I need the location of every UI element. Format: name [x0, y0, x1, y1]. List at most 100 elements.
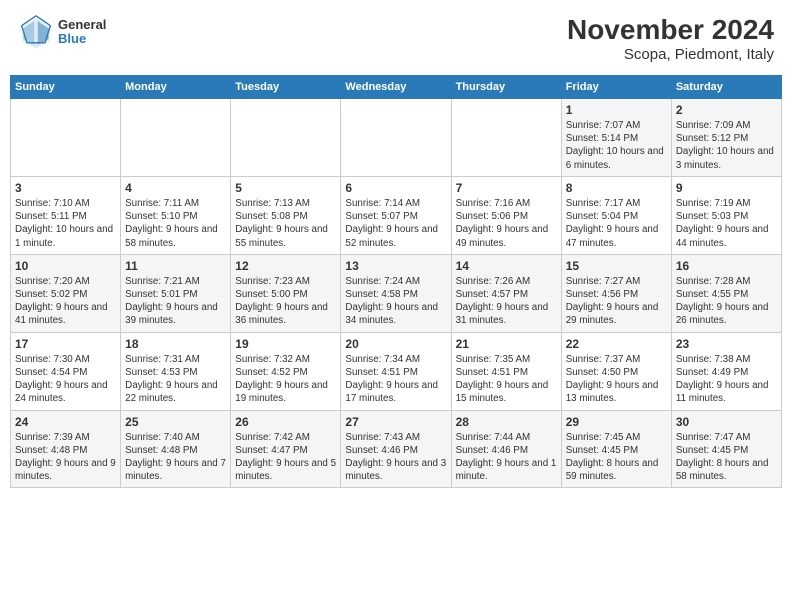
logo-blue: Blue [58, 32, 106, 46]
calendar-cell: 6 Sunrise: 7:14 AM Sunset: 5:07 PM Daylig… [341, 176, 451, 254]
day-info: Sunrise: 7:13 AM Sunset: 5:08 PM Dayligh… [235, 198, 328, 249]
calendar-cell: 29 Sunrise: 7:45 AM Sunset: 4:45 PM Dayli… [561, 410, 671, 488]
calendar-body: 1 Sunrise: 7:07 AM Sunset: 5:14 PM Daylig… [11, 99, 782, 488]
day-info: Sunrise: 7:43 AM Sunset: 4:46 PM Dayligh… [345, 432, 446, 483]
calendar-cell [231, 99, 341, 177]
day-info: Sunrise: 7:32 AM Sunset: 4:52 PM Dayligh… [235, 354, 328, 405]
day-info: Sunrise: 7:10 AM Sunset: 5:11 PM Dayligh… [15, 198, 113, 249]
calendar-cell: 18 Sunrise: 7:31 AM Sunset: 4:53 PM Dayli… [121, 332, 231, 410]
day-info: Sunrise: 7:21 AM Sunset: 5:01 PM Dayligh… [125, 276, 218, 327]
calendar-cell: 21 Sunrise: 7:35 AM Sunset: 4:51 PM Dayli… [451, 332, 561, 410]
calendar-week-row: 3 Sunrise: 7:10 AM Sunset: 5:11 PM Daylig… [11, 176, 782, 254]
day-info: Sunrise: 7:42 AM Sunset: 4:47 PM Dayligh… [235, 432, 336, 483]
calendar-cell [11, 99, 121, 177]
day-number: 9 [676, 181, 777, 195]
calendar-cell: 17 Sunrise: 7:30 AM Sunset: 4:54 PM Dayli… [11, 332, 121, 410]
calendar-table: SundayMondayTuesdayWednesdayThursdayFrid… [10, 75, 782, 488]
calendar-cell: 28 Sunrise: 7:44 AM Sunset: 4:46 PM Dayli… [451, 410, 561, 488]
calendar-cell [121, 99, 231, 177]
calendar-cell: 14Sunrise: 7:26 AM Sunset: 4:57 PM Dayli… [451, 254, 561, 332]
day-info: Sunrise: 7:40 AM Sunset: 4:48 PM Dayligh… [125, 432, 226, 483]
day-number: 3 [15, 181, 116, 195]
calendar-cell: 1 Sunrise: 7:07 AM Sunset: 5:14 PM Daylig… [561, 99, 671, 177]
day-number: 1 [566, 103, 667, 117]
calendar-cell: 26 Sunrise: 7:42 AM Sunset: 4:47 PM Dayli… [231, 410, 341, 488]
day-number: 19 [235, 337, 336, 351]
day-of-week-header: Wednesday [341, 76, 451, 99]
page-subtitle: Scopa, Piedmont, Italy [567, 46, 774, 63]
day-info: Sunrise: 7:44 AM Sunset: 4:46 PM Dayligh… [456, 432, 557, 483]
day-info: Sunrise: 7:23 AM Sunset: 5:00 PM Dayligh… [235, 276, 328, 327]
calendar-cell [451, 99, 561, 177]
calendar-cell [341, 99, 451, 177]
calendar-cell: 4Sunrise: 7:11 AM Sunset: 5:10 PM Daylig… [121, 176, 231, 254]
day-number: 11 [125, 259, 226, 273]
day-number: 17 [15, 337, 116, 351]
day-info: Sunrise: 7:37 AM Sunset: 4:50 PM Dayligh… [566, 354, 659, 405]
day-number: 28 [456, 415, 557, 429]
calendar-cell: 19 Sunrise: 7:32 AM Sunset: 4:52 PM Dayli… [231, 332, 341, 410]
calendar-cell: 12 Sunrise: 7:23 AM Sunset: 5:00 PM Dayli… [231, 254, 341, 332]
day-number: 18 [125, 337, 226, 351]
logo-icon [18, 14, 54, 50]
day-info: Sunrise: 7:35 AM Sunset: 4:51 PM Dayligh… [456, 354, 549, 405]
calendar-cell: 16 Sunrise: 7:28 AM Sunset: 4:55 PM Dayli… [671, 254, 781, 332]
day-number: 13 [345, 259, 446, 273]
calendar-week-row: 1 Sunrise: 7:07 AM Sunset: 5:14 PM Daylig… [11, 99, 782, 177]
day-number: 29 [566, 415, 667, 429]
day-number: 6 [345, 181, 446, 195]
calendar-header-row: SundayMondayTuesdayWednesdayThursdayFrid… [11, 76, 782, 99]
logo: General Blue [18, 14, 106, 50]
calendar-cell: 22 Sunrise: 7:37 AM Sunset: 4:50 PM Dayli… [561, 332, 671, 410]
day-number: 21 [456, 337, 557, 351]
day-info: Sunrise: 7:16 AM Sunset: 5:06 PM Dayligh… [456, 198, 549, 249]
day-info: Sunrise: 7:24 AM Sunset: 4:58 PM Dayligh… [345, 276, 438, 327]
page-title: November 2024 [567, 14, 774, 46]
day-of-week-header: Tuesday [231, 76, 341, 99]
day-info: Sunrise: 7:19 AM Sunset: 5:03 PM Dayligh… [676, 198, 769, 249]
calendar-cell: 13 Sunrise: 7:24 AM Sunset: 4:58 PM Dayli… [341, 254, 451, 332]
day-number: 26 [235, 415, 336, 429]
day-info: Sunrise: 7:34 AM Sunset: 4:51 PM Dayligh… [345, 354, 438, 405]
day-info: Sunrise: 7:47 AM Sunset: 4:45 PM Dayligh… [676, 432, 769, 483]
day-info: Sunrise: 7:14 AM Sunset: 5:07 PM Dayligh… [345, 198, 438, 249]
calendar-cell: 11 Sunrise: 7:21 AM Sunset: 5:01 PM Dayli… [121, 254, 231, 332]
calendar-cell: 2 Sunrise: 7:09 AM Sunset: 5:12 PM Daylig… [671, 99, 781, 177]
day-number: 5 [235, 181, 336, 195]
day-info: Sunrise: 7:26 AM Sunset: 4:57 PM Dayligh… [456, 276, 549, 327]
day-info: Sunrise: 7:07 AM Sunset: 5:14 PM Dayligh… [566, 120, 664, 171]
day-info: Sunrise: 7:30 AM Sunset: 4:54 PM Dayligh… [15, 354, 108, 405]
calendar-cell: 30 Sunrise: 7:47 AM Sunset: 4:45 PM Dayli… [671, 410, 781, 488]
calendar-cell: 25 Sunrise: 7:40 AM Sunset: 4:48 PM Dayli… [121, 410, 231, 488]
calendar-cell: 5 Sunrise: 7:13 AM Sunset: 5:08 PM Daylig… [231, 176, 341, 254]
day-info: Sunrise: 7:09 AM Sunset: 5:12 PM Dayligh… [676, 120, 774, 171]
calendar-cell: 10Sunrise: 7:20 AM Sunset: 5:02 PM Dayli… [11, 254, 121, 332]
day-info: Sunrise: 7:28 AM Sunset: 4:55 PM Dayligh… [676, 276, 769, 327]
title-block: November 2024 Scopa, Piedmont, Italy [567, 14, 774, 63]
day-number: 25 [125, 415, 226, 429]
day-number: 12 [235, 259, 336, 273]
day-number: 30 [676, 415, 777, 429]
day-of-week-header: Saturday [671, 76, 781, 99]
calendar-cell: 24Sunrise: 7:39 AM Sunset: 4:48 PM Dayli… [11, 410, 121, 488]
day-number: 2 [676, 103, 777, 117]
day-info: Sunrise: 7:38 AM Sunset: 4:49 PM Dayligh… [676, 354, 769, 405]
calendar-cell: 8Sunrise: 7:17 AM Sunset: 5:04 PM Daylig… [561, 176, 671, 254]
day-number: 20 [345, 337, 446, 351]
calendar-cell: 7Sunrise: 7:16 AM Sunset: 5:06 PM Daylig… [451, 176, 561, 254]
day-info: Sunrise: 7:45 AM Sunset: 4:45 PM Dayligh… [566, 432, 659, 483]
day-info: Sunrise: 7:20 AM Sunset: 5:02 PM Dayligh… [15, 276, 108, 327]
day-info: Sunrise: 7:11 AM Sunset: 5:10 PM Dayligh… [125, 198, 218, 249]
calendar-cell: 20 Sunrise: 7:34 AM Sunset: 4:51 PM Dayli… [341, 332, 451, 410]
day-number: 24 [15, 415, 116, 429]
day-number: 15 [566, 259, 667, 273]
calendar-cell: 23Sunrise: 7:38 AM Sunset: 4:49 PM Dayli… [671, 332, 781, 410]
day-info: Sunrise: 7:31 AM Sunset: 4:53 PM Dayligh… [125, 354, 218, 405]
day-info: Sunrise: 7:27 AM Sunset: 4:56 PM Dayligh… [566, 276, 659, 327]
day-of-week-header: Friday [561, 76, 671, 99]
calendar-cell: 9 Sunrise: 7:19 AM Sunset: 5:03 PM Daylig… [671, 176, 781, 254]
calendar-week-row: 10Sunrise: 7:20 AM Sunset: 5:02 PM Dayli… [11, 254, 782, 332]
day-number: 16 [676, 259, 777, 273]
day-number: 8 [566, 181, 667, 195]
day-number: 22 [566, 337, 667, 351]
